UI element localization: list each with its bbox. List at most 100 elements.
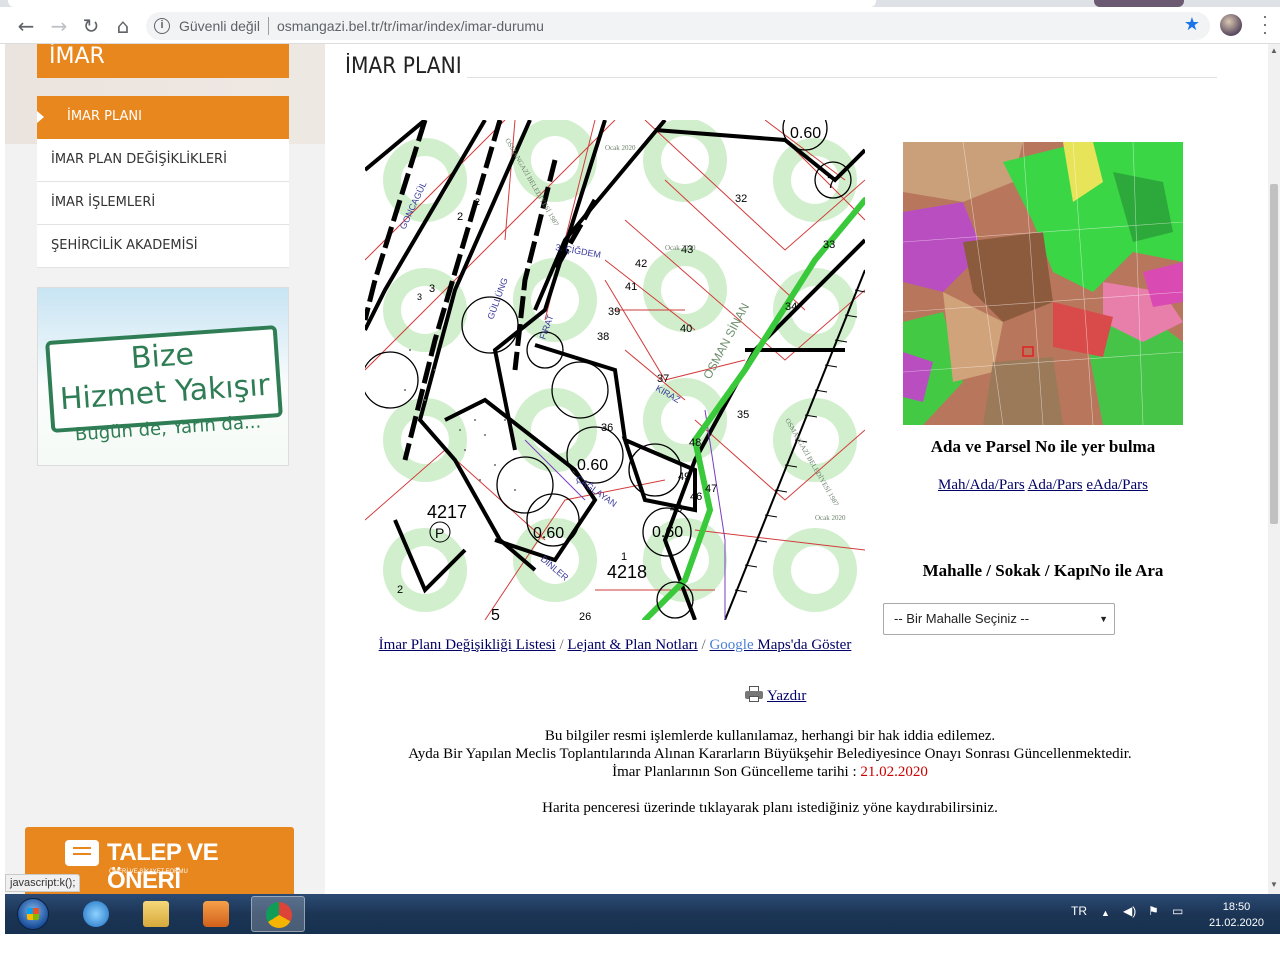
mahalle-select[interactable]: -- Bir Mahalle Seçiniz -- ▼ — [883, 603, 1115, 635]
tray-arrow-icon[interactable]: ▲ — [1101, 908, 1110, 918]
mahalle-select-value[interactable]: -- Bir Mahalle Seçiniz -- — [894, 611, 1029, 626]
profile-tab[interactable] — [1094, 0, 1184, 7]
mah-ada-pars-link[interactable]: Mah/Ada/Pars — [938, 477, 1025, 493]
volume-icon[interactable]: ◀) — [1123, 904, 1136, 918]
parcel-label: 47 — [705, 483, 717, 495]
sidebar-item-plan-degisiklikleri[interactable]: İMAR PLAN DEĞİŞİKLİKLERİ — [37, 139, 289, 182]
page-title: İMAR PLANI — [345, 54, 462, 79]
parcel-label: 3 — [417, 292, 422, 302]
url-text[interactable]: osmangazi.bel.tr/tr/imar/index/imar-duru… — [277, 18, 544, 34]
printer-icon[interactable] — [745, 686, 763, 702]
maps-show-text[interactable]: Maps'da Göster — [757, 637, 851, 653]
parcel-label: 49 — [678, 471, 690, 483]
address-bar[interactable]: i Güvenli değil osmangazi.bel.tr/tr/imar… — [146, 12, 1210, 40]
zoning-map-svg[interactable]: P 2 2 3 3 32 33 34 35 36 37 38 39 40 41 — [365, 120, 865, 620]
bookmark-star-icon[interactable]: ★ — [1184, 14, 1200, 35]
parcel-label: 34 — [785, 301, 797, 313]
taskbar-explorer[interactable] — [129, 896, 183, 932]
sidebar-menu: İMAR PLANI İMAR PLAN DEĞİŞİKLİKLERİ İMAR… — [37, 96, 289, 268]
google-word[interactable]: Google — [709, 637, 753, 653]
chrome-icon[interactable] — [266, 902, 292, 928]
taskbar-clock[interactable]: 18:50 21.02.2020 — [1209, 899, 1264, 931]
address-search-title: Mahalle / Sokak / KapıNo ile Ara — [922, 561, 1164, 580]
plan-change-list-link[interactable]: İmar Planı Değişikliği Listesi — [379, 637, 556, 653]
windows-orb-icon[interactable] — [17, 898, 49, 930]
network-icon[interactable]: ▭ — [1172, 904, 1183, 918]
folder-icon[interactable] — [143, 901, 169, 927]
scroll-down-arrow-icon[interactable]: ▼ — [1270, 880, 1278, 889]
start-button[interactable] — [9, 895, 57, 933]
parcel-label: 26 — [579, 611, 591, 620]
parcel-label: 41 — [625, 281, 637, 293]
internet-explorer-icon[interactable] — [83, 901, 109, 927]
page-viewport: İMAR İMAR PLANI İMAR PLAN DEĞİŞİKLİKLERİ… — [0, 44, 1280, 894]
tab-strip — [0, 0, 1280, 7]
stamp-year: Ocak 2020 — [665, 244, 696, 252]
parcel-label: 7 — [827, 175, 836, 192]
below-screen-area — [0, 934, 1280, 960]
parcel-label: 32 — [735, 193, 747, 205]
talep-title: TALEP VE ÖNERİ — [107, 839, 219, 894]
update-label: İmar Planlarının Son Güncelleme tarihi : — [612, 764, 861, 780]
stamp-year: Ocak 2020 — [605, 144, 636, 152]
zoning-map[interactable]: P 2 2 3 3 32 33 34 35 36 37 38 39 40 41 — [365, 120, 865, 620]
disclaimer-line-1: Bu bilgiler resmi işlemlerde kullanılama… — [544, 728, 996, 744]
forward-arrow-icon[interactable]: → — [47, 14, 71, 38]
dropdown-arrow-icon[interactable]: ▼ — [1099, 604, 1108, 634]
ada-pars-link[interactable]: Ada/Pars — [1028, 477, 1083, 493]
parcel-label: 48 — [689, 437, 701, 449]
google-maps-link[interactable]: Google Maps'da Göster — [709, 637, 851, 653]
scroll-up-arrow-icon[interactable]: ▲ — [1270, 46, 1278, 55]
reload-icon[interactable]: ↻ — [79, 14, 103, 38]
parcel-label: 2 — [397, 584, 403, 596]
print-label[interactable]: Yazdır — [767, 688, 806, 704]
eada-pars-link[interactable]: eAda/Pars — [1086, 477, 1148, 493]
parcel-label: 45 — [670, 503, 682, 515]
overview-map-svg[interactable] — [903, 142, 1183, 425]
main-content: İMAR PLANI P 2 2 3 3 32 33 34 35 36 37 3… — [325, 44, 1237, 894]
home-icon[interactable]: ⌂ — [111, 14, 135, 38]
disclaimer-line-4: Harita penceresi üzerinde tıklayarak pla… — [542, 800, 998, 816]
windows-taskbar: TR ▲ ◀) ⚑ ▭ 18:50 21.02.2020 — [5, 894, 1280, 934]
sidebar-title-text: İMAR — [49, 44, 105, 69]
parcel-label: 3 — [429, 283, 435, 295]
active-tab[interactable] — [8, 0, 876, 7]
talep-subtitle: ÖNERİ VE ŞİKAYET FORMU — [109, 869, 188, 875]
sidebar-item-sehircilik-akademisi[interactable]: ŞEHİRCİLİK AKADEMİSİ — [37, 225, 289, 268]
parcel-label: 35 — [737, 409, 749, 421]
profile-avatar[interactable] — [1220, 14, 1242, 36]
block-label: 4217 — [427, 502, 467, 522]
block-label: 4218 — [607, 562, 647, 582]
parcel-label: 42 — [635, 258, 647, 270]
print-link[interactable]: Yazdır — [745, 686, 806, 705]
security-label[interactable]: Güvenli değil — [179, 18, 260, 34]
taskbar-chrome[interactable] — [251, 896, 305, 932]
sidebar-section-title: İMAR — [37, 44, 289, 78]
sidebar-item-imar-islemleri[interactable]: İMAR İŞLEMLERİ — [37, 182, 289, 225]
info-icon[interactable]: i — [154, 18, 170, 34]
scrollbar-thumb[interactable] — [1270, 184, 1278, 524]
overview-map[interactable] — [903, 142, 1183, 425]
legend-notes-link[interactable]: Lejant & Plan Notları — [567, 637, 697, 653]
media-player-icon[interactable] — [203, 901, 229, 927]
disclaimer-line-3: İmar Planlarının Son Güncelleme tarihi :… — [365, 763, 1175, 781]
taskbar-media[interactable] — [189, 896, 243, 932]
density-label: 0.60 — [533, 525, 564, 542]
parcel-label: 38 — [597, 331, 609, 343]
find-by-parcel-title: Ada ve Parsel No ile yer bulma — [930, 437, 1156, 456]
promo-banner[interactable]: Bize Hizmet Yakışır Bugün de, Yarın da..… — [37, 287, 289, 466]
parcel-label: 39 — [608, 306, 620, 318]
menu-kebab-icon[interactable]: · · · — [1260, 7, 1270, 41]
back-arrow-icon[interactable]: ← — [14, 14, 38, 38]
density-label: 0.60 — [577, 457, 608, 474]
action-center-flag-icon[interactable]: ⚑ — [1148, 904, 1159, 918]
taskbar-ie[interactable] — [69, 896, 123, 932]
parcel-label: 33 — [823, 239, 835, 251]
language-indicator[interactable]: TR — [1071, 904, 1087, 918]
sidebar-item-imar-plani[interactable]: İMAR PLANI — [37, 96, 289, 139]
disclaimer-line-2: Ayda Bir Yapılan Meclis Toplantılarında … — [408, 746, 1132, 762]
browser-status-bar: javascript:k(); — [5, 874, 81, 892]
map-links: İmar Planı Değişikliği Listesi / Lejant … — [378, 637, 852, 653]
speech-bubble-icon — [65, 840, 99, 866]
parking-label: P — [435, 525, 444, 541]
